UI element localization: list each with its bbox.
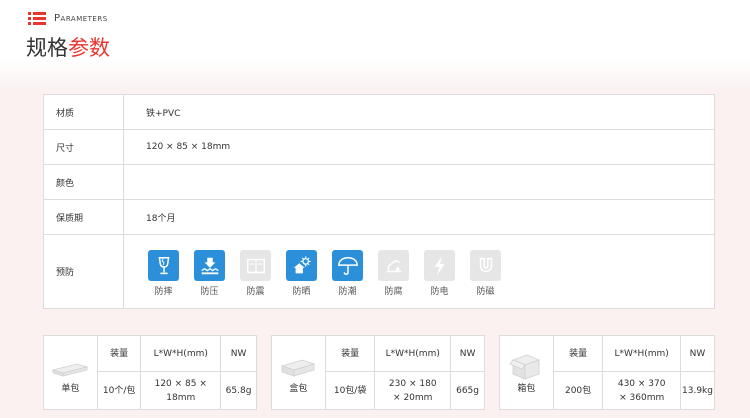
spec-value: 18个月	[123, 199, 715, 235]
spec-value: 120 × 85 × 18mm	[123, 129, 715, 165]
col-header-dims: L*W*H(mm)	[602, 335, 681, 372]
prevention-item: 防潮	[330, 250, 365, 297]
package-nw: 13.9kg	[680, 371, 715, 410]
spec-row-prevention: 预防 防摔 防压 防震 防晒 防潮 防腐 防电 防磁	[43, 234, 715, 309]
package-name: 盒包	[289, 383, 308, 394]
section-subtitle: Parameters	[54, 13, 108, 24]
spec-value: 铁+PVC	[123, 94, 715, 130]
spec-value: 防摔 防压 防震 防晒 防潮 防腐 防电 防磁	[123, 234, 715, 309]
umbrella-moisture-icon	[332, 250, 363, 281]
shockproof-icon	[240, 250, 271, 281]
col-header-nw: NW	[220, 335, 257, 372]
spec-row-color: 颜色	[43, 164, 715, 200]
lightning-icon	[424, 250, 455, 281]
section-header: Parameters 规格参数	[24, 6, 424, 62]
prevention-item: 防震	[238, 250, 273, 297]
package-image-cell: 单包	[43, 335, 98, 410]
package-nw: 665g	[450, 371, 485, 410]
package-dims: 230 × 180 × 20mm	[374, 371, 452, 410]
prevention-item: 防晒	[284, 250, 319, 297]
carton-box-icon	[509, 354, 541, 380]
spec-row-material: 材质 铁+PVC	[43, 94, 715, 130]
fragile-glass-icon	[148, 250, 179, 281]
package-qty: 200包	[552, 371, 604, 410]
col-header-dims: L*W*H(mm)	[140, 335, 222, 372]
package-qty: 10包/袋	[324, 371, 376, 410]
package-table-single: 单包 装量 L*W*H(mm) NW 10个/包 120 × 85 × 18mm…	[43, 335, 257, 410]
spec-label: 尺寸	[43, 129, 124, 165]
col-header-dims: L*W*H(mm)	[374, 335, 452, 372]
prevention-item: 防压	[192, 250, 227, 297]
spec-row-size: 尺寸 120 × 85 × 18mm	[43, 129, 715, 165]
col-header-qty: 装量	[552, 335, 604, 372]
section-title: 规格参数	[26, 36, 110, 60]
no-stack-press-icon	[194, 250, 225, 281]
package-qty: 10个/包	[96, 371, 142, 410]
list-menu-icon	[28, 12, 46, 26]
spec-row-shelf-life: 保质期 18个月	[43, 199, 715, 235]
package-name: 单包	[61, 383, 80, 394]
spec-table: 材质 铁+PVC 尺寸 120 × 85 × 18mm 颜色 保质期 18个月 …	[43, 94, 715, 309]
prevention-item: 防摔	[146, 250, 181, 297]
col-header-nw: NW	[450, 335, 485, 372]
spec-label: 保质期	[43, 199, 124, 235]
package-dims: 120 × 85 × 18mm	[140, 371, 222, 410]
magnet-icon	[470, 250, 501, 281]
package-image-cell: 盒包	[271, 335, 326, 410]
package-table-box: 盒包 装量 L*W*H(mm) NW 10包/袋 230 × 180 × 20m…	[271, 335, 485, 410]
prevention-icons: 防摔 防压 防震 防晒 防潮 防腐 防电 防磁	[146, 246, 714, 297]
package-image-cell: 箱包	[499, 335, 554, 410]
package-name: 箱包	[517, 383, 536, 394]
package-nw: 65.8g	[220, 371, 257, 410]
package-dims: 430 × 370 × 360mm	[602, 371, 681, 410]
spec-label: 预防	[43, 234, 124, 309]
col-header-qty: 装量	[324, 335, 376, 372]
box-pack-icon	[281, 359, 316, 377]
prevention-item: 防磁	[468, 250, 503, 297]
spec-value	[123, 164, 715, 200]
anti-corrosion-icon	[378, 250, 409, 281]
col-header-nw: NW	[680, 335, 715, 372]
sun-protect-icon	[286, 250, 317, 281]
single-pack-icon	[51, 363, 89, 377]
spec-label: 材质	[43, 94, 124, 130]
spec-label: 颜色	[43, 164, 124, 200]
prevention-item: 防电	[422, 250, 457, 297]
prevention-item: 防腐	[376, 250, 411, 297]
col-header-qty: 装量	[96, 335, 142, 372]
package-table-carton: 箱包 装量 L*W*H(mm) NW 200包 430 × 370 × 360m…	[499, 335, 715, 410]
